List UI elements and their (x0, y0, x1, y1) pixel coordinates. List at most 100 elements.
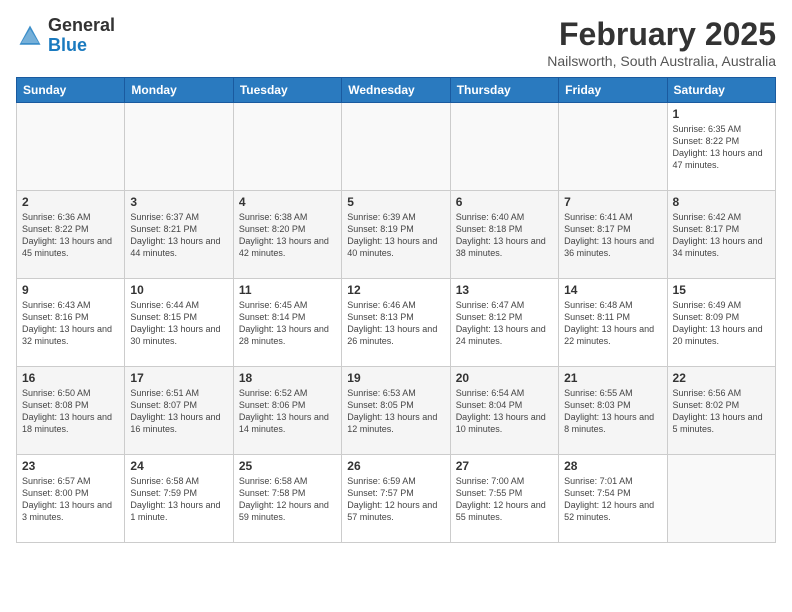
day-info: Sunrise: 6:42 AM Sunset: 8:17 PM Dayligh… (673, 211, 770, 260)
calendar-cell (667, 455, 775, 543)
day-info: Sunrise: 6:43 AM Sunset: 8:16 PM Dayligh… (22, 299, 119, 348)
week-row-2: 9 Sunrise: 6:43 AM Sunset: 8:16 PM Daylig… (17, 279, 776, 367)
calendar-cell: 1 Sunrise: 6:35 AM Sunset: 8:22 PM Daylig… (667, 103, 775, 191)
day-info: Sunrise: 6:37 AM Sunset: 8:21 PM Dayligh… (130, 211, 227, 260)
calendar-cell: 2Sunrise: 6:36 AM Sunset: 8:22 PM Daylig… (17, 191, 125, 279)
day-info: Sunrise: 6:55 AM Sunset: 8:03 PM Dayligh… (564, 387, 661, 436)
day-number: 12 (347, 283, 444, 297)
calendar-cell: 10 Sunrise: 6:44 AM Sunset: 8:15 PM Dayli… (125, 279, 233, 367)
day-number: 17 (130, 371, 227, 385)
day-info: Sunrise: 6:35 AM Sunset: 8:22 PM Dayligh… (673, 123, 770, 172)
calendar-cell: 22 Sunrise: 6:56 AM Sunset: 8:02 PM Dayli… (667, 367, 775, 455)
calendar-cell: 25Sunrise: 6:58 AM Sunset: 7:58 PM Dayli… (233, 455, 341, 543)
calendar-header-row: SundayMondayTuesdayWednesdayThursdayFrid… (17, 78, 776, 103)
day-number: 16 (22, 371, 119, 385)
calendar-cell: 26 Sunrise: 6:59 AM Sunset: 7:57 PM Dayli… (342, 455, 450, 543)
day-info: Sunrise: 6:36 AM Sunset: 8:22 PM Dayligh… (22, 211, 119, 260)
calendar: SundayMondayTuesdayWednesdayThursdayFrid… (16, 77, 776, 543)
calendar-cell: 11 Sunrise: 6:45 AM Sunset: 8:14 PM Dayli… (233, 279, 341, 367)
day-number: 9 (22, 283, 119, 297)
day-info: Sunrise: 6:56 AM Sunset: 8:02 PM Dayligh… (673, 387, 770, 436)
logo-icon (16, 22, 44, 50)
week-row-1: 2Sunrise: 6:36 AM Sunset: 8:22 PM Daylig… (17, 191, 776, 279)
day-number: 13 (456, 283, 553, 297)
calendar-cell: 20 Sunrise: 6:54 AM Sunset: 8:04 PM Dayli… (450, 367, 558, 455)
day-info: Sunrise: 6:57 AM Sunset: 8:00 PM Dayligh… (22, 475, 119, 524)
calendar-cell: 6Sunrise: 6:40 AM Sunset: 8:18 PM Daylig… (450, 191, 558, 279)
calendar-cell: 28 Sunrise: 7:01 AM Sunset: 7:54 PM Dayli… (559, 455, 667, 543)
calendar-cell: 4 Sunrise: 6:38 AM Sunset: 8:20 PM Daylig… (233, 191, 341, 279)
calendar-cell: 17 Sunrise: 6:51 AM Sunset: 8:07 PM Dayli… (125, 367, 233, 455)
day-info: Sunrise: 7:01 AM Sunset: 7:54 PM Dayligh… (564, 475, 661, 524)
day-info: Sunrise: 6:39 AM Sunset: 8:19 PM Dayligh… (347, 211, 444, 260)
day-number: 20 (456, 371, 553, 385)
day-number: 4 (239, 195, 336, 209)
day-info: Sunrise: 6:48 AM Sunset: 8:11 PM Dayligh… (564, 299, 661, 348)
calendar-cell (450, 103, 558, 191)
day-number: 21 (564, 371, 661, 385)
month-title: February 2025 (547, 16, 776, 53)
day-info: Sunrise: 6:38 AM Sunset: 8:20 PM Dayligh… (239, 211, 336, 260)
calendar-cell: 24 Sunrise: 6:58 AM Sunset: 7:59 PM Dayli… (125, 455, 233, 543)
day-header-friday: Friday (559, 78, 667, 103)
calendar-cell: 27 Sunrise: 7:00 AM Sunset: 7:55 PM Dayli… (450, 455, 558, 543)
day-info: Sunrise: 6:53 AM Sunset: 8:05 PM Dayligh… (347, 387, 444, 436)
calendar-cell: 18 Sunrise: 6:52 AM Sunset: 8:06 PM Dayli… (233, 367, 341, 455)
day-number: 10 (130, 283, 227, 297)
calendar-cell: 15 Sunrise: 6:49 AM Sunset: 8:09 PM Dayli… (667, 279, 775, 367)
day-info: Sunrise: 6:41 AM Sunset: 8:17 PM Dayligh… (564, 211, 661, 260)
title-block: February 2025 Nailsworth, South Australi… (547, 16, 776, 69)
day-header-monday: Monday (125, 78, 233, 103)
calendar-cell: 19 Sunrise: 6:53 AM Sunset: 8:05 PM Dayli… (342, 367, 450, 455)
calendar-cell (125, 103, 233, 191)
day-info: Sunrise: 6:45 AM Sunset: 8:14 PM Dayligh… (239, 299, 336, 348)
logo-blue: Blue (48, 36, 115, 56)
day-number: 3 (130, 195, 227, 209)
calendar-cell (17, 103, 125, 191)
calendar-cell (559, 103, 667, 191)
day-number: 1 (673, 107, 770, 121)
day-info: Sunrise: 6:44 AM Sunset: 8:15 PM Dayligh… (130, 299, 227, 348)
day-number: 27 (456, 459, 553, 473)
calendar-cell: 12Sunrise: 6:46 AM Sunset: 8:13 PM Dayli… (342, 279, 450, 367)
day-info: Sunrise: 6:40 AM Sunset: 8:18 PM Dayligh… (456, 211, 553, 260)
day-header-saturday: Saturday (667, 78, 775, 103)
day-number: 22 (673, 371, 770, 385)
day-number: 11 (239, 283, 336, 297)
day-number: 28 (564, 459, 661, 473)
calendar-cell: 5Sunrise: 6:39 AM Sunset: 8:19 PM Daylig… (342, 191, 450, 279)
week-row-3: 16 Sunrise: 6:50 AM Sunset: 8:08 PM Dayli… (17, 367, 776, 455)
day-info: Sunrise: 7:00 AM Sunset: 7:55 PM Dayligh… (456, 475, 553, 524)
logo: General Blue (16, 16, 115, 56)
day-info: Sunrise: 6:59 AM Sunset: 7:57 PM Dayligh… (347, 475, 444, 524)
day-number: 15 (673, 283, 770, 297)
calendar-cell (342, 103, 450, 191)
day-number: 19 (347, 371, 444, 385)
calendar-cell: 7Sunrise: 6:41 AM Sunset: 8:17 PM Daylig… (559, 191, 667, 279)
day-info: Sunrise: 6:47 AM Sunset: 8:12 PM Dayligh… (456, 299, 553, 348)
day-header-sunday: Sunday (17, 78, 125, 103)
day-info: Sunrise: 6:49 AM Sunset: 8:09 PM Dayligh… (673, 299, 770, 348)
day-number: 24 (130, 459, 227, 473)
logo-general: General (48, 16, 115, 36)
day-number: 18 (239, 371, 336, 385)
week-row-0: 1 Sunrise: 6:35 AM Sunset: 8:22 PM Daylig… (17, 103, 776, 191)
header: General Blue February 2025 Nailsworth, S… (16, 16, 776, 69)
day-header-wednesday: Wednesday (342, 78, 450, 103)
calendar-cell: 23 Sunrise: 6:57 AM Sunset: 8:00 PM Dayli… (17, 455, 125, 543)
week-row-4: 23 Sunrise: 6:57 AM Sunset: 8:00 PM Dayli… (17, 455, 776, 543)
day-info: Sunrise: 6:50 AM Sunset: 8:08 PM Dayligh… (22, 387, 119, 436)
day-number: 25 (239, 459, 336, 473)
calendar-cell: 13 Sunrise: 6:47 AM Sunset: 8:12 PM Dayli… (450, 279, 558, 367)
day-info: Sunrise: 6:51 AM Sunset: 8:07 PM Dayligh… (130, 387, 227, 436)
day-info: Sunrise: 6:58 AM Sunset: 7:59 PM Dayligh… (130, 475, 227, 524)
day-number: 26 (347, 459, 444, 473)
day-info: Sunrise: 6:54 AM Sunset: 8:04 PM Dayligh… (456, 387, 553, 436)
calendar-cell: 9 Sunrise: 6:43 AM Sunset: 8:16 PM Daylig… (17, 279, 125, 367)
location-title: Nailsworth, South Australia, Australia (547, 53, 776, 69)
day-number: 14 (564, 283, 661, 297)
day-number: 23 (22, 459, 119, 473)
day-info: Sunrise: 6:52 AM Sunset: 8:06 PM Dayligh… (239, 387, 336, 436)
calendar-cell (233, 103, 341, 191)
calendar-cell: 14 Sunrise: 6:48 AM Sunset: 8:11 PM Dayli… (559, 279, 667, 367)
